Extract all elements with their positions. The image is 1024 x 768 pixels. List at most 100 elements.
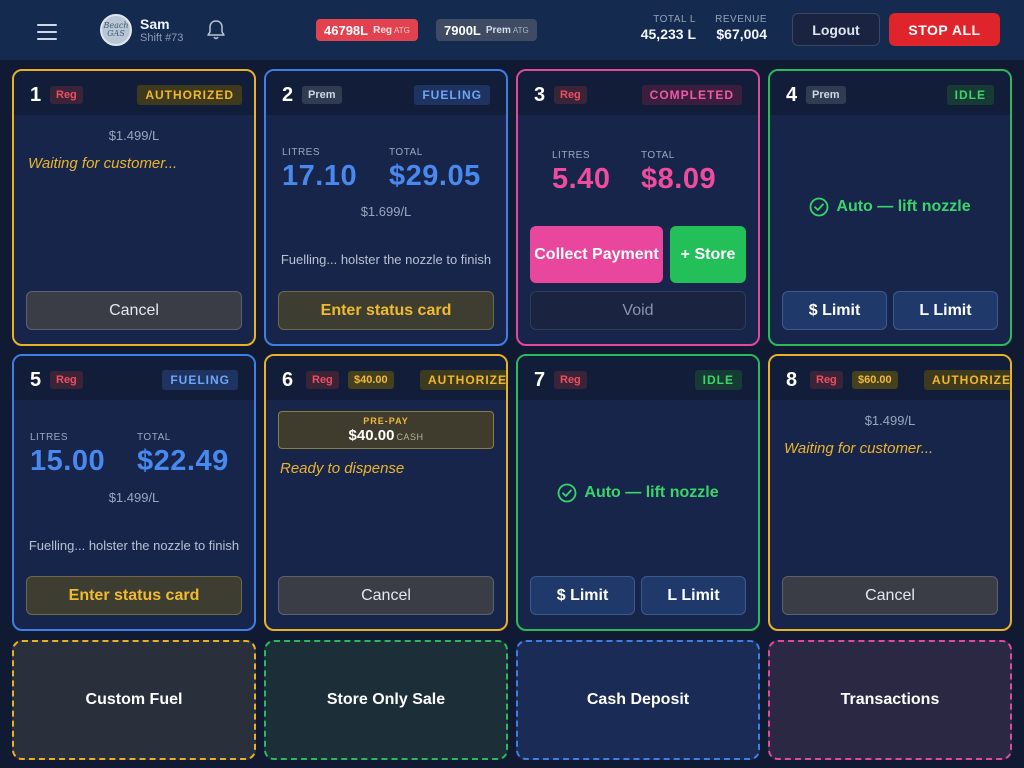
grade-badge: Prem [302,86,342,104]
tank-amount: 46798L [324,22,369,38]
bell-icon[interactable] [206,19,226,41]
prepay-amount-badge: $60.00 [852,371,898,389]
price-per-litre: $1.499/L [864,413,916,428]
status-badge: AUTHORIZE [420,370,506,390]
custom-fuel-button[interactable]: Custom Fuel [12,640,256,760]
status-badge: IDLE [946,85,994,105]
pump-card-7[interactable]: 7 Reg IDLE Auto — lift nozzle $ Limit L … [516,354,760,631]
stat-label: REVENUE [715,14,767,25]
grade-badge: Reg [554,371,587,389]
pump-number: 7 [534,369,546,391]
void-button[interactable]: Void [530,291,746,330]
tank-grade: Prem ATG [485,24,529,36]
total-value: $22.49 [137,445,229,477]
pump-card-6[interactable]: 6 Reg $40.00 AUTHORIZE PRE-PAY $40.00 CAS… [264,354,508,631]
auto-lift-text: Auto — lift nozzle [836,198,971,215]
status-badge: AUTHORIZE [924,370,1010,390]
total-label: TOTAL [137,432,171,443]
total-value: $8.09 [641,163,717,195]
price-per-litre: $1.699/L [360,204,412,219]
pump-number: 1 [30,84,42,106]
pump-message: Fuelling... holster the nozzle to finish [280,252,492,267]
tank-grade: Reg ATG [373,24,410,36]
enter-status-card-button[interactable]: Enter status card [278,291,494,330]
revenue-stat: REVENUE $67,004 [715,14,767,42]
status-badge: COMPLETED [641,85,742,105]
collect-payment-button[interactable]: Collect Payment [530,226,663,283]
status-badge: AUTHORIZED [137,85,242,105]
pump-card-8[interactable]: 8 Reg $60.00 AUTHORIZE $1.499/L Waiting … [768,354,1012,631]
auto-lift-text: Auto — lift nozzle [584,484,719,501]
payment-method: CASH [396,432,424,442]
stop-all-button[interactable]: STOP ALL [889,13,1000,46]
litres-label: LITRES [30,432,69,443]
logout-button[interactable]: Logout [792,13,880,46]
prepay-box: PRE-PAY $40.00 CASH [278,411,494,449]
check-circle-icon [557,483,577,503]
pump-card-3[interactable]: 3 Reg COMPLETED LITRES TOTAL 5.40 $8.09 … [516,69,760,346]
total-litres-stat: TOTAL L 45,233 L [641,14,696,42]
avatar[interactable]: Beach GAS [100,14,132,46]
check-circle-icon [809,197,829,217]
enter-status-card-button[interactable]: Enter status card [26,576,242,615]
transactions-button[interactable]: Transactions [768,640,1012,760]
pump-message: Waiting for customer... [28,155,178,172]
shift-label: Shift #73 [140,32,184,44]
litres-value: 5.40 [552,163,611,195]
prepay-amount: $40.00 CASH [348,427,424,444]
pump-number: 4 [786,84,798,106]
prepay-amount-badge: $40.00 [348,371,394,389]
stat-value: $67,004 [716,26,767,42]
litre-limit-button[interactable]: L Limit [893,291,998,330]
grade-badge: Prem [806,86,846,104]
price-per-litre: $1.499/L [108,490,160,505]
auto-lift-notice: Auto — lift nozzle [518,483,758,503]
grade-badge: Reg [554,86,587,104]
prepay-label: PRE-PAY [363,416,409,426]
auto-lift-notice: Auto — lift nozzle [770,197,1010,217]
user-name: Sam [140,16,170,32]
store-only-sale-button[interactable]: Store Only Sale [264,640,508,760]
grade-badge: Reg [50,86,83,104]
pump-number: 3 [534,84,546,106]
pump-message: Fuelling... holster the nozzle to finish [28,538,240,553]
status-badge: FUELING [162,370,238,390]
pump-message: Ready to dispense [280,460,405,477]
cancel-button[interactable]: Cancel [26,291,242,330]
cancel-button[interactable]: Cancel [278,576,494,615]
grade-badge: Reg [50,371,83,389]
litre-limit-button[interactable]: L Limit [641,576,746,615]
status-badge: IDLE [694,370,742,390]
litres-value: 15.00 [30,445,106,477]
grade-badge: Reg [306,371,339,389]
pump-number: 6 [282,369,294,391]
pump-card-5[interactable]: 5 Reg FUELING LITRES TOTAL 15.00 $22.49 … [12,354,256,631]
total-value: $29.05 [389,160,481,192]
pump-card-1[interactable]: 1 Reg AUTHORIZED $1.499/L Waiting for cu… [12,69,256,346]
avatar-logo-text: Beach GAS [103,21,129,38]
dollar-limit-button[interactable]: $ Limit [782,291,887,330]
pump-card-2[interactable]: 2 Prem FUELING LITRES TOTAL 17.10 $29.05… [264,69,508,346]
tank-reg-badge: 46798L Reg ATG [316,19,418,41]
total-label: TOTAL [641,150,675,161]
grade-badge: Reg [810,371,843,389]
hamburger-menu-icon[interactable] [37,24,57,42]
stat-value: 45,233 L [640,26,696,42]
cancel-button[interactable]: Cancel [782,576,998,615]
pump-card-4[interactable]: 4 Prem IDLE Auto — lift nozzle $ Limit L… [768,69,1012,346]
pump-number: 5 [30,369,42,391]
top-bar: Beach GAS Sam Shift #73 46798L Reg ATG 790… [0,0,1024,60]
add-store-button[interactable]: + Store [670,226,746,283]
price-per-litre: $1.499/L [108,128,160,143]
cash-deposit-button[interactable]: Cash Deposit [516,640,760,760]
status-badge: FUELING [414,85,490,105]
pump-message: Waiting for customer... [784,440,934,457]
litres-value: 17.10 [282,160,358,192]
pump-number: 2 [282,84,294,106]
dollar-limit-button[interactable]: $ Limit [530,576,635,615]
litres-label: LITRES [552,150,591,161]
litres-label: LITRES [282,147,321,158]
tank-amount: 7900L [444,22,481,38]
pump-number: 8 [786,369,798,391]
stat-label: TOTAL L [653,14,696,25]
